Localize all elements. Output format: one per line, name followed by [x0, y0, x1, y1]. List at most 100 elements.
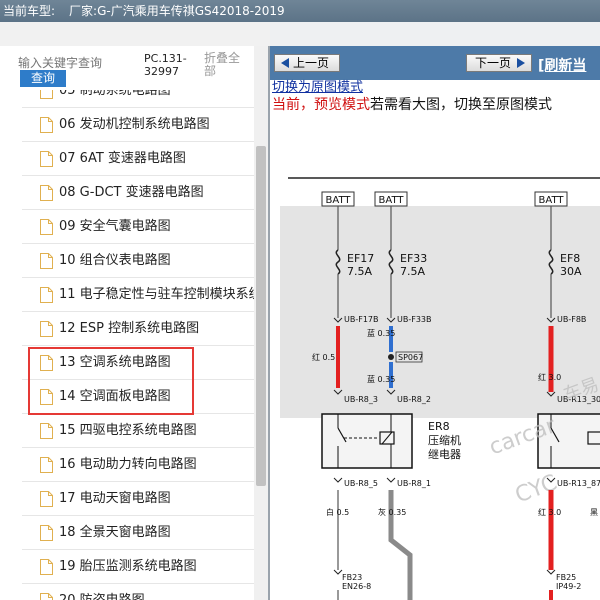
- document-icon: [40, 117, 53, 133]
- left-panel: 查询 PC.131-32997 折叠全部 05 制动系统电路图 06 发动机控制系…: [0, 46, 270, 600]
- relay-er8-box: [321, 413, 413, 469]
- conn-ub-r8-5: UB-R8_5: [344, 479, 378, 488]
- next-page-label: 下一页: [475, 56, 512, 70]
- wire-gray: [388, 490, 413, 600]
- viewer-panel: 上一页 下一页 [刷新当 切换为原图模式 当前，预览模式若需看大图，切换至原图模…: [270, 46, 600, 600]
- document-icon: [40, 491, 53, 507]
- list-item[interactable]: 19 胎压监测系统电路图: [22, 550, 254, 584]
- list-item[interactable]: 15 四驱电控系统电路图: [22, 414, 254, 448]
- fold-all-button[interactable]: 折叠全部: [204, 52, 248, 78]
- document-icon: [40, 559, 53, 575]
- arrow-right-icon: [517, 58, 525, 68]
- list-item-label: 16 电动助力转向电路图: [59, 457, 197, 472]
- switch-original-link[interactable]: 切换为原图模式: [272, 80, 363, 95]
- batt-label-3: BATT: [539, 195, 565, 206]
- conn-ub-f33b: UB-F33B: [397, 315, 432, 324]
- relay-er8-id: ER8: [428, 420, 450, 433]
- list-item[interactable]: 11 电子稳定性与驻车控制模块系统: [22, 278, 254, 312]
- batt-label-1: BATT: [326, 195, 352, 206]
- conn-ub-r13-87: UB-R13_87: [557, 479, 600, 488]
- search-button[interactable]: 查询: [20, 70, 66, 87]
- refresh-link[interactable]: [刷新当: [538, 55, 586, 75]
- document-icon: [40, 219, 53, 235]
- prev-page-label: 上一页: [293, 56, 330, 70]
- wire-label-8: 黑: [590, 508, 598, 517]
- relay-line-2: 继电器: [428, 448, 461, 461]
- list-item[interactable]: 06 发动机控制系统电路图: [22, 108, 254, 142]
- top-band-right: [270, 22, 600, 46]
- document-icon: [40, 185, 53, 201]
- list-item-label: 15 四驱电控系统电路图: [59, 423, 197, 438]
- conn-ub-f17b: UB-F17B: [344, 315, 379, 324]
- lower-fb25-conn: IP49-2: [556, 582, 581, 591]
- title-model: 厂家:G-广汽乘用车传祺GS42018-2019: [69, 4, 285, 18]
- diagram-list: 05 制动系统电路图 06 发动机控制系统电路图 07 6AT 变速器电路图 08 G…: [22, 90, 254, 600]
- list-item-label: 20 防盗电路图: [59, 593, 145, 600]
- list-item-label: 18 全景天窗电路图: [59, 525, 171, 540]
- preview-prefix: 当前，: [272, 97, 314, 113]
- fuse-ef33-rating: 7.5A: [400, 265, 425, 278]
- list-item[interactable]: 17 电动天窗电路图: [22, 482, 254, 516]
- wire-label-2: 蓝 0.35: [367, 328, 395, 338]
- list-item-label: 10 组合仪表电路图: [59, 253, 171, 268]
- document-icon: [40, 151, 53, 167]
- wire-label-7: 红 3.0: [538, 507, 561, 517]
- fuse-ef8-rating: 30A: [560, 265, 582, 278]
- list-item-label: 06 发动机控制系统电路图: [59, 117, 210, 132]
- arrow-left-icon: [281, 58, 289, 68]
- wire-label-5: 白 0.5: [326, 507, 349, 517]
- list-item[interactable]: 12 ESP 控制系统电路图: [22, 312, 254, 346]
- wire-label-4: 红 3.0: [538, 372, 561, 382]
- list-item[interactable]: 10 组合仪表电路图: [22, 244, 254, 278]
- conn-ub-r8-3: UB-R8_3: [344, 395, 378, 404]
- splice-label: SP067: [398, 353, 423, 362]
- title-bar: 当前车型: 厂家:G-广汽乘用车传祺GS42018-2019: [0, 0, 600, 22]
- prev-page-button[interactable]: 上一页: [274, 54, 340, 72]
- fuse-ef8-id: EF8: [560, 252, 580, 265]
- preview-suffix: 若需看大图，切换至原图模式: [370, 97, 552, 113]
- list-item[interactable]: 16 电动助力转向电路图: [22, 448, 254, 482]
- document-icon: [40, 423, 53, 439]
- document-icon: [40, 90, 53, 99]
- document-icon: [40, 593, 53, 600]
- title-prefix: 当前车型:: [3, 4, 56, 18]
- conn-ub-r8-2: UB-R8_2: [397, 395, 431, 404]
- preview-mode-text: 预览模式: [314, 97, 370, 113]
- list-item-label: 12 ESP 控制系统电路图: [59, 321, 200, 336]
- document-icon: [40, 457, 53, 473]
- lower-fb23-id: FB23: [342, 573, 362, 582]
- fuse-ef17-rating: 7.5A: [347, 265, 372, 278]
- selection-highlight-box: [28, 347, 194, 415]
- fuse-ef17-id: EF17: [347, 252, 374, 265]
- app-window: 当前车型: 厂家:G-广汽乘用车传祺GS42018-2019 查询 PC.131-…: [0, 0, 600, 600]
- list-item[interactable]: 08 G-DCT 变速器电路图: [22, 176, 254, 210]
- list-item[interactable]: 20 防盗电路图: [22, 584, 254, 600]
- document-icon: [40, 525, 53, 541]
- next-page-button[interactable]: 下一页: [466, 54, 532, 72]
- list-item-label: 09 安全气囊电路图: [59, 219, 171, 234]
- list-item-label: 17 电动天窗电路图: [59, 491, 171, 506]
- list-item[interactable]: 05 制动系统电路图: [22, 90, 254, 108]
- document-icon: [40, 253, 53, 269]
- list-scrollbar[interactable]: [254, 46, 268, 600]
- document-icon: [40, 321, 53, 337]
- wire-label-6: 灰 0.35: [378, 507, 406, 517]
- scrollbar-thumb[interactable]: [256, 146, 266, 486]
- conn-ub-r8-1: UB-R8_1: [397, 479, 431, 488]
- list-item[interactable]: 09 安全气囊电路图: [22, 210, 254, 244]
- list-item-label: 19 胎压监测系统电路图: [59, 559, 197, 574]
- pc-code: PC.131-32997: [144, 52, 187, 78]
- preview-mode-notice: 当前，预览模式若需看大图，切换至原图模式: [272, 96, 552, 114]
- wiring-diagram: BATT BATT BATT EF17 7.5A EF33 7.5A EF8 3…: [280, 177, 600, 600]
- wire-label-1: 红 0.5: [312, 352, 335, 362]
- list-item[interactable]: 07 6AT 变速器电路图: [22, 142, 254, 176]
- list-item-label: 05 制动系统电路图: [59, 90, 171, 98]
- batt-label-2: BATT: [379, 195, 405, 206]
- list-item-label: 08 G-DCT 变速器电路图: [59, 185, 204, 200]
- list-item-label: 07 6AT 变速器电路图: [59, 151, 186, 166]
- lower-fb23-conn: EN26-8: [342, 582, 371, 591]
- viewer-navbar: 上一页 下一页 [刷新当: [270, 46, 600, 80]
- splice-dot: [388, 354, 394, 360]
- list-item[interactable]: 18 全景天窗电路图: [22, 516, 254, 550]
- fuse-ef33-id: EF33: [400, 252, 427, 265]
